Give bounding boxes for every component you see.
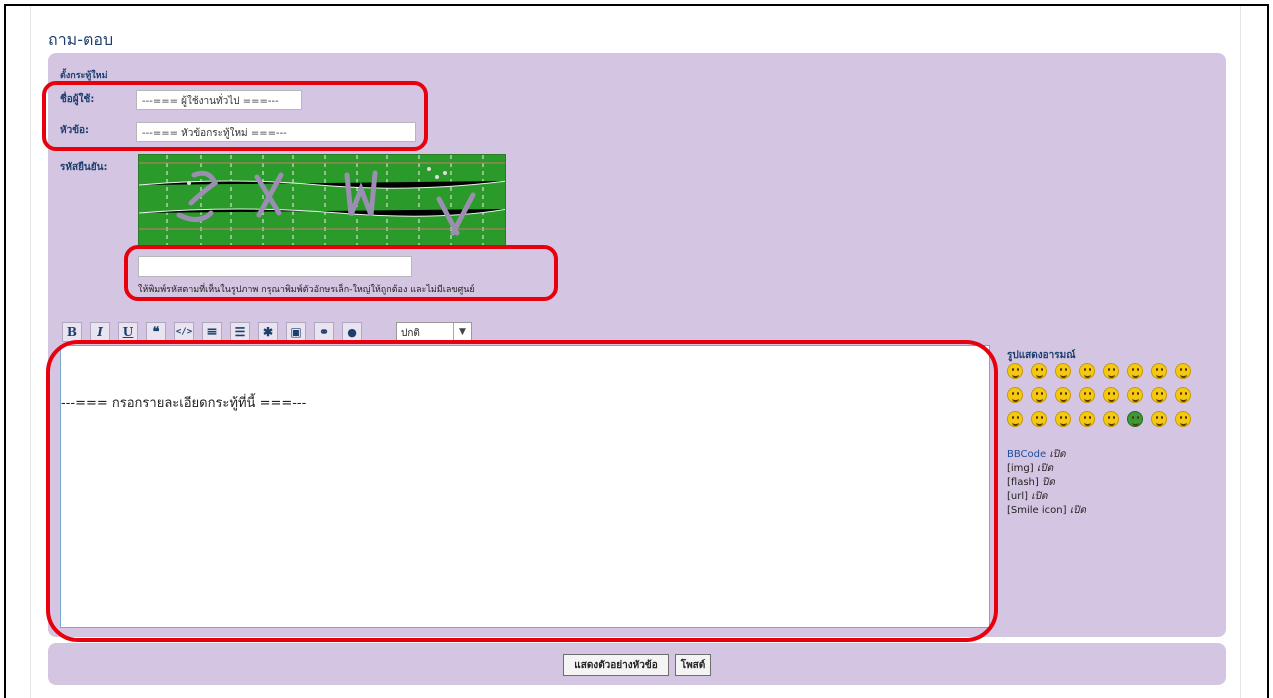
- smiley-icon[interactable]: [1127, 363, 1143, 379]
- smile-status: [Smile icon] เปิด: [1007, 503, 1086, 518]
- captcha-label: รหัสยืนยัน:: [60, 162, 108, 173]
- smiley-icon[interactable]: [1151, 387, 1167, 403]
- smiley-icon[interactable]: [1079, 411, 1095, 427]
- color-button[interactable]: ●: [342, 322, 362, 342]
- smiley-icon[interactable]: [1103, 387, 1119, 403]
- url-status: [url] เปิด: [1007, 489, 1047, 504]
- captcha-image: [138, 154, 506, 246]
- smiley-icon[interactable]: [1175, 411, 1191, 427]
- smiley-icon[interactable]: [1079, 363, 1095, 379]
- captcha-graphic: [139, 155, 505, 245]
- list-item-button[interactable]: ✱: [258, 322, 278, 342]
- img-status: [img] เปิด: [1007, 461, 1053, 476]
- img-state: เปิด: [1036, 463, 1054, 474]
- smiley-icon[interactable]: [1031, 411, 1047, 427]
- bbcode-state: เปิด: [1049, 449, 1066, 460]
- smiley-icon[interactable]: [1127, 411, 1143, 427]
- content-border-right: [1240, 6, 1241, 698]
- smiley-icon[interactable]: [1031, 363, 1047, 379]
- list-button[interactable]: ≡: [202, 322, 222, 342]
- italic-button[interactable]: I: [90, 322, 110, 342]
- smile-label: [Smile icon]: [1007, 505, 1067, 516]
- underline-button[interactable]: U: [118, 322, 138, 342]
- url-label: [url]: [1007, 491, 1029, 502]
- smile-state: เปิด: [1069, 505, 1086, 516]
- highlight-editor: [46, 340, 998, 642]
- smiley-icon[interactable]: [1103, 363, 1119, 379]
- highlight-captcha: [124, 245, 558, 301]
- smiley-icon[interactable]: [1175, 387, 1191, 403]
- smiley-icon[interactable]: [1007, 411, 1023, 427]
- smiley-icon[interactable]: [1127, 387, 1143, 403]
- font-size-value: ปกติ: [401, 328, 420, 339]
- smiley-icon[interactable]: [1103, 411, 1119, 427]
- chevron-down-icon: ▼: [453, 323, 471, 341]
- preview-button[interactable]: แสดงตัวอย่างหัวข้อ: [563, 654, 669, 676]
- ordered-list-button[interactable]: ☰: [230, 322, 250, 342]
- post-button[interactable]: โพสต์: [675, 654, 711, 676]
- smiley-icon[interactable]: [1007, 363, 1023, 379]
- flash-label: [flash]: [1007, 477, 1039, 488]
- img-label: [img]: [1007, 463, 1034, 474]
- font-size-select[interactable]: ปกติ ▼: [396, 322, 472, 342]
- smiley-icon[interactable]: [1151, 411, 1167, 427]
- smiley-icon[interactable]: [1175, 363, 1191, 379]
- section-title: ตั้งกระทู้ใหม่: [60, 71, 108, 81]
- bbcode-link[interactable]: BBCode: [1007, 449, 1046, 460]
- smiley-icon[interactable]: [1055, 387, 1071, 403]
- page-title: ถาม-ตอบ: [48, 30, 114, 49]
- flash-state: ปิด: [1041, 477, 1055, 488]
- content-border-left: [30, 6, 31, 698]
- smiley-icon[interactable]: [1055, 411, 1071, 427]
- flash-status: [flash] ปิด: [1007, 475, 1055, 490]
- url-state: เปิด: [1031, 491, 1048, 502]
- link-button[interactable]: ⚭: [314, 322, 334, 342]
- smiley-icon[interactable]: [1007, 387, 1023, 403]
- smiley-icon[interactable]: [1151, 363, 1167, 379]
- image-button[interactable]: ▣: [286, 322, 306, 342]
- highlight-name-subject: [42, 81, 428, 151]
- emoticons-title: รูปแสดงอารมณ์: [1007, 350, 1076, 361]
- code-button[interactable]: </>: [174, 322, 194, 342]
- smiley-icon[interactable]: [1079, 387, 1095, 403]
- bbcode-status: BBCode เปิด: [1007, 447, 1066, 462]
- bold-button[interactable]: B: [62, 322, 82, 342]
- smiley-icon[interactable]: [1031, 387, 1047, 403]
- quote-button[interactable]: ❝: [146, 322, 166, 342]
- smiley-icon[interactable]: [1055, 363, 1071, 379]
